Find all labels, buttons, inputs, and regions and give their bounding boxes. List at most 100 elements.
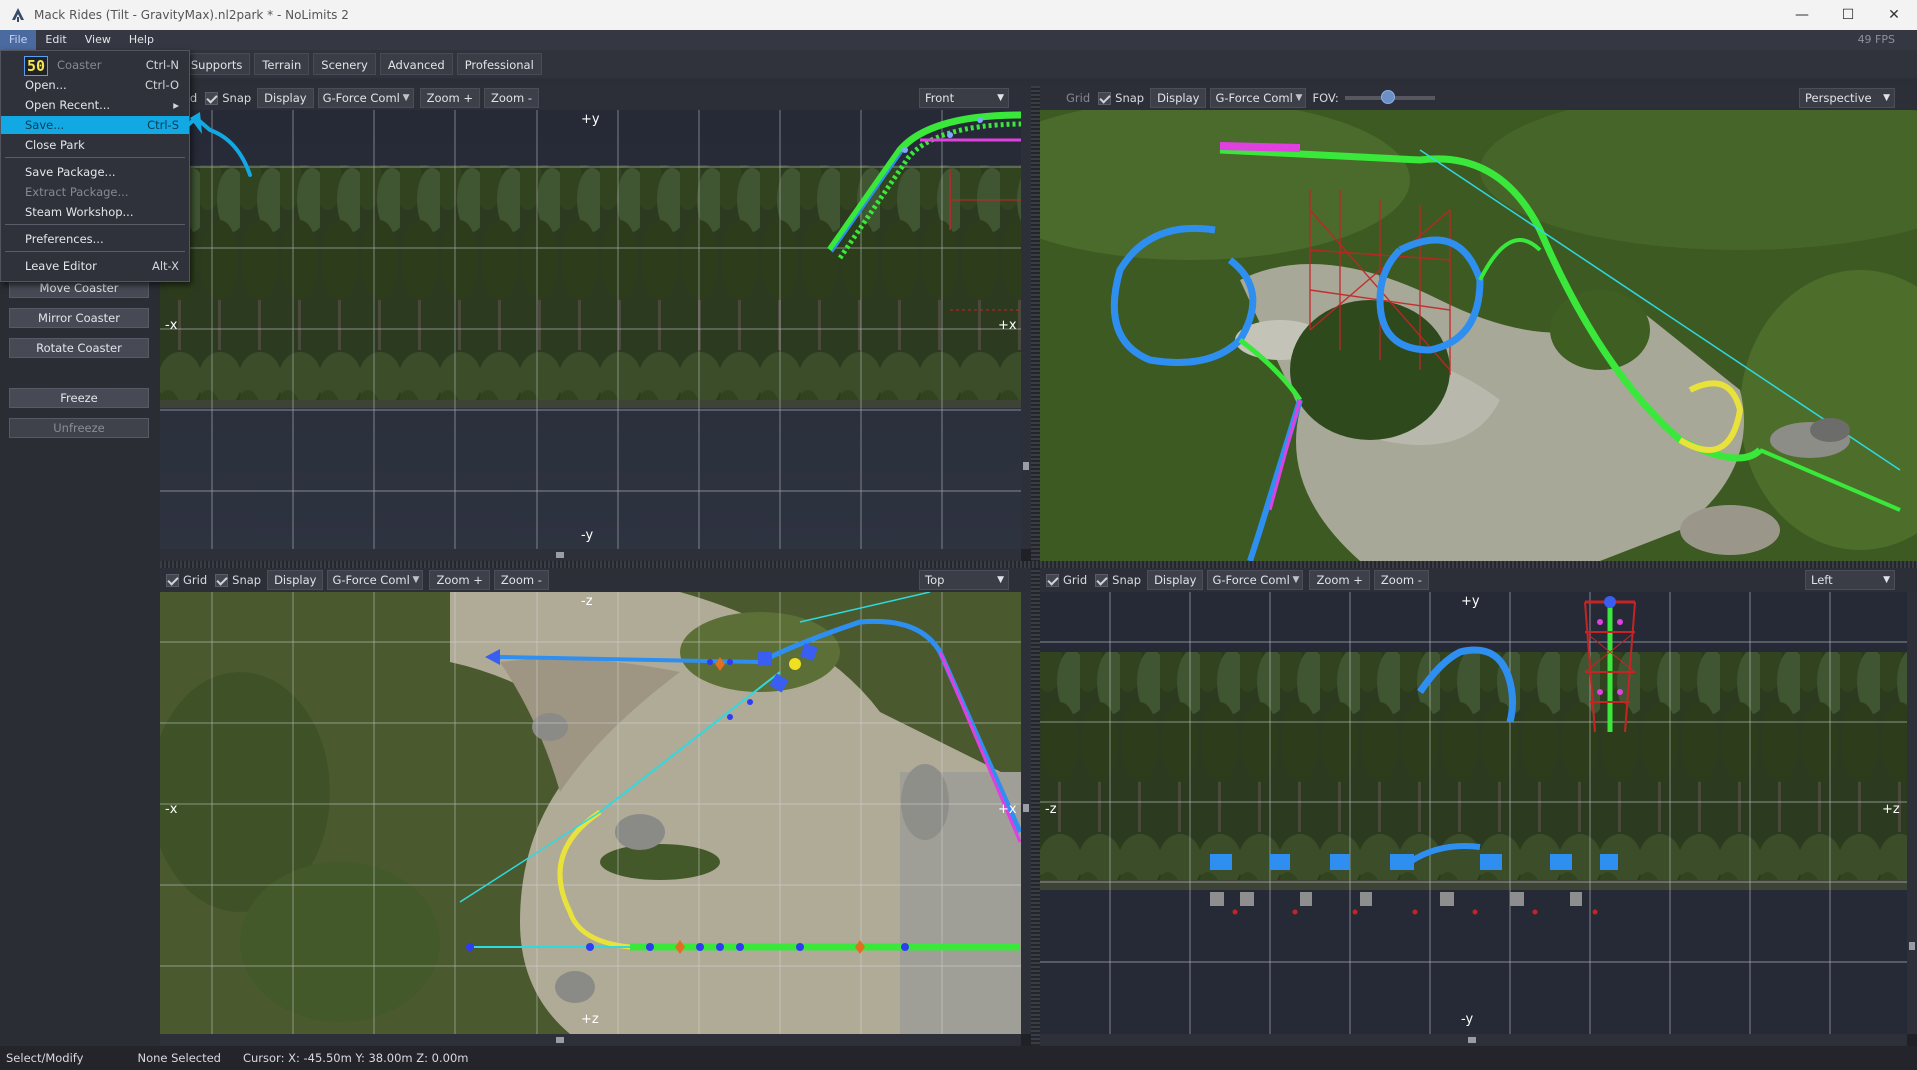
axis-label-top: +y	[581, 112, 600, 127]
front-scene[interactable]: +y -y -x +x	[160, 110, 1021, 549]
rotate-coaster-button[interactable]: Rotate Coaster	[9, 338, 149, 358]
unfreeze-button[interactable]: Unfreeze	[9, 418, 149, 438]
left-scene-render	[1040, 592, 1907, 1034]
close-button[interactable]: ✕	[1871, 0, 1917, 30]
viewport-front[interactable]: rid Snap Display G-Force Coml▼ Zoom + Zo…	[160, 86, 1031, 561]
app-icon	[12, 8, 24, 22]
snap-checkbox[interactable]	[1095, 573, 1109, 587]
display-button[interactable]: Display	[1150, 88, 1207, 108]
viewport-left[interactable]: Grid Snap Display G-Force Coml ▼ Zoom + Z…	[1040, 568, 1917, 1046]
minimize-button[interactable]: —	[1779, 0, 1825, 30]
axis-label-bottom: -y	[581, 528, 594, 543]
axis-label-bottom: -y	[1461, 1012, 1474, 1027]
editor-tab-bar: ent Supports Terrain Scenery Advanced Pr…	[0, 50, 1917, 78]
display-button[interactable]: Display	[267, 570, 324, 590]
display-button[interactable]: Display	[257, 88, 314, 108]
zoom-in-button[interactable]: Zoom +	[419, 88, 481, 108]
zoom-in-button[interactable]: Zoom +	[1309, 570, 1370, 590]
tab-terrain[interactable]: Terrain	[254, 53, 310, 75]
gforce-select[interactable]: G-Force Coml ▼	[1210, 88, 1307, 108]
left-scene[interactable]: +y -y -z +z	[1040, 592, 1907, 1034]
zoom-out-button[interactable]: Zoom -	[1373, 570, 1429, 590]
viewport-splitter-horizontal[interactable]	[160, 561, 1917, 568]
viewport-top[interactable]: Grid Snap Display G-Force Coml ▼ Zoom + Z…	[160, 568, 1031, 1046]
snap-label: Snap	[1112, 573, 1142, 587]
menu-item-steam-workshop[interactable]: Steam Workshop...	[1, 203, 189, 221]
freeze-button[interactable]: Freeze	[9, 388, 149, 408]
top-scene-render	[160, 592, 1021, 1034]
grid-label: Grid	[183, 573, 208, 587]
maximize-button[interactable]: ☐	[1825, 0, 1871, 30]
gforce-select[interactable]: G-Force Coml ▼	[1207, 570, 1304, 590]
status-bar: Select/Modify None Selected Cursor: X: -…	[0, 1046, 1917, 1070]
menu-file[interactable]: File	[0, 30, 37, 50]
fov-slider[interactable]	[1344, 90, 1435, 104]
menu-separator	[5, 224, 185, 225]
tab-professional[interactable]: Professional	[456, 53, 542, 75]
gforce-select[interactable]: G-Force Coml ▼	[327, 570, 424, 590]
perspective-scene[interactable]	[1040, 110, 1917, 561]
fps-counter: 49 FPS	[1857, 33, 1895, 46]
status-selection: None Selected	[137, 1051, 221, 1065]
view-select[interactable]: Left ▼	[1805, 570, 1895, 590]
grid-label: Grid	[1066, 91, 1091, 105]
menu-bar: File Edit View Help 49 FPS	[0, 30, 1917, 50]
menu-item-close-park[interactable]: Close Park	[1, 136, 189, 154]
menu-edit[interactable]: Edit	[36, 30, 75, 50]
menu-view[interactable]: View	[76, 30, 120, 50]
view-select[interactable]: Top ▼	[919, 570, 1009, 590]
menu-item-save-package[interactable]: Save Package...	[1, 163, 189, 181]
title-bar: Mack Rides (Tilt - GravityMax).nl2park *…	[0, 0, 1917, 30]
horizontal-scrollbar[interactable]	[160, 1034, 1021, 1046]
horizontal-scrollbar[interactable]	[1040, 1034, 1907, 1046]
axis-label-top: -z	[581, 594, 593, 609]
menu-item-open-recent[interactable]: Open Recent... ▸	[1, 96, 189, 114]
menu-item-extract-package[interactable]: Extract Package...	[1, 183, 189, 201]
tab-supports[interactable]: Supports	[182, 53, 251, 75]
vertical-scrollbar[interactable]	[1907, 592, 1917, 1034]
display-button[interactable]: Display	[1147, 570, 1204, 590]
vertical-scrollbar[interactable]	[1021, 592, 1031, 1034]
fps-limit-badge: 50	[24, 56, 48, 76]
gforce-select[interactable]: G-Force Coml ▼	[317, 88, 414, 108]
snap-label: Snap	[232, 573, 262, 587]
menu-item-save[interactable]: Save... Ctrl-S	[1, 116, 189, 134]
grid-checkbox[interactable]	[1046, 573, 1059, 587]
snap-checkbox[interactable]	[1098, 91, 1112, 105]
axis-label-right: +z	[1882, 802, 1900, 817]
mirror-coaster-button[interactable]: Mirror Coaster	[9, 308, 149, 328]
vertical-scrollbar[interactable]	[1021, 110, 1031, 549]
zoom-out-button[interactable]: Zoom -	[484, 88, 539, 108]
menu-separator	[5, 157, 185, 158]
menu-item-leave-editor[interactable]: Leave Editor Alt-X	[1, 257, 189, 275]
grid-label: Grid	[1063, 573, 1088, 587]
view-select[interactable]: Front ▼	[919, 88, 1009, 108]
viewport-top-toolbar: Grid Snap Display G-Force Coml ▼ Zoom + Z…	[160, 568, 1031, 592]
view-select[interactable]: Perspective ▼	[1799, 88, 1895, 108]
zoom-in-button[interactable]: Zoom +	[429, 570, 490, 590]
snap-checkbox[interactable]	[205, 91, 219, 105]
axis-label-top: +y	[1461, 594, 1480, 609]
axis-label-right: +x	[998, 802, 1017, 817]
status-cursor-coordinates: Cursor: X: -45.50m Y: 38.00m Z: 0.00m	[242, 1051, 469, 1065]
menu-item-preferences[interactable]: Preferences...	[1, 230, 189, 248]
viewport-perspective-toolbar: Grid Snap Display G-Force Coml ▼ FOV: Per…	[1040, 86, 1917, 110]
horizontal-scrollbar[interactable]	[160, 549, 1021, 561]
fov-label: FOV:	[1312, 91, 1339, 105]
viewport-perspective[interactable]: Grid Snap Display G-Force Coml ▼ FOV: Per…	[1040, 86, 1917, 561]
zoom-out-button[interactable]: Zoom -	[493, 570, 549, 590]
status-mode: Select/Modify	[6, 1051, 84, 1065]
axis-label-right: +x	[998, 318, 1017, 333]
file-menu-dropdown: Coaster Ctrl-N Open... Ctrl-O Open Recent.…	[0, 50, 190, 282]
axis-label-left: -x	[165, 318, 178, 333]
menu-item-open[interactable]: Open... Ctrl-O	[1, 76, 189, 94]
menu-help[interactable]: Help	[120, 30, 163, 50]
axis-label-left: -z	[1045, 802, 1057, 817]
grid-checkbox[interactable]	[166, 573, 179, 587]
tab-advanced[interactable]: Advanced	[379, 53, 453, 75]
snap-label: Snap	[222, 91, 252, 105]
tab-scenery[interactable]: Scenery	[313, 53, 376, 75]
snap-checkbox[interactable]	[215, 573, 229, 587]
axis-label-left: -x	[165, 802, 178, 817]
top-scene[interactable]: -z +z -x +x	[160, 592, 1021, 1034]
